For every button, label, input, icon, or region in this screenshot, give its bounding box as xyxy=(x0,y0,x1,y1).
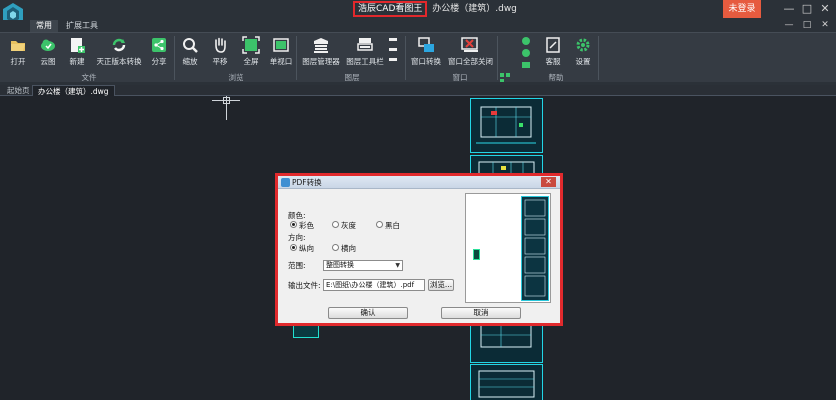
drawing-block xyxy=(293,325,319,338)
range-select[interactable]: 整图转换 ▼ xyxy=(323,260,403,271)
close-all-windows-icon xyxy=(461,37,478,52)
output-file-label: 输出文件: xyxy=(288,281,321,290)
floor-plan-drawing xyxy=(476,106,536,144)
dialog-title: PDF转换 xyxy=(292,178,322,187)
single-viewport-label: 单视口 xyxy=(269,57,293,66)
ribbon-toolbar: 打开 云图 新建 天正版本转换 分享 缩放 平移 全屏 单视口 图层管理器 图层… xyxy=(0,32,836,83)
settings-label: 设置 xyxy=(575,57,591,66)
convert-icon xyxy=(112,38,126,52)
crosshair-pickbox xyxy=(223,97,230,104)
browse-button[interactable]: 浏览... xyxy=(428,279,454,291)
radio-color[interactable] xyxy=(290,221,297,228)
range-label: 范围: xyxy=(288,261,306,270)
window-switch-icon xyxy=(418,37,434,52)
new-label: 新建 xyxy=(69,57,85,66)
single-viewport-button[interactable]: 单视口 xyxy=(263,35,299,71)
ribbon-separator xyxy=(405,36,406,80)
zoom-icon xyxy=(183,38,198,53)
radio-black-white[interactable] xyxy=(376,221,383,228)
close-all-windows-label: 窗口全部关闭 xyxy=(448,57,493,66)
layer-manager-button[interactable]: 图层管理器 xyxy=(301,35,341,71)
output-path-input[interactable]: E:\图纸\办公楼（建筑）.pdf xyxy=(323,279,425,291)
range-select-value: 整图转换 xyxy=(326,261,354,269)
dialog-title-bar: PDF转换 ✕ xyxy=(278,176,560,189)
tab-extension-tools[interactable]: 扩展工具 xyxy=(60,20,104,32)
document-tab-bar: 起始页 办公楼（建筑）.dwg xyxy=(0,85,836,96)
share-icon xyxy=(152,38,166,52)
ribbon-separator xyxy=(497,36,498,80)
title-bar: 浩辰CAD看图王 办公楼（建筑）.dwg 未登录 — □ ✕ xyxy=(0,0,836,27)
tab-active-drawing-label: 办公楼（建筑）.dwg xyxy=(38,87,109,96)
chevron-down-icon: ▼ xyxy=(395,262,400,269)
radio-portrait[interactable] xyxy=(290,244,297,251)
window-switch-button[interactable]: 窗口转换 xyxy=(408,35,444,71)
ribbon-separator xyxy=(296,36,297,80)
menu-tab-bar: 常用 扩展工具 — □ ✕ xyxy=(0,20,836,32)
minimize-icon[interactable]: — xyxy=(782,2,796,16)
pdf-dialog-highlight: PDF转换 ✕ 颜色: 彩色 灰度 黑白 方向: 纵向 横向 范围: 整图转换 … xyxy=(275,173,563,326)
tab-start-page-label: 起始页 xyxy=(7,86,30,95)
preview-drawing-sheets xyxy=(521,196,549,301)
new-file-icon xyxy=(71,38,85,53)
cad-viewer-window: 浩辰CAD看图王 办公楼（建筑）.dwg 未登录 — □ ✕ 常用 扩展工具 —… xyxy=(0,0,836,400)
layer-toolbar-icon xyxy=(357,38,373,51)
layer-manager-label: 图层管理器 xyxy=(302,57,340,66)
single-viewport-icon xyxy=(273,38,289,52)
help-small-icons xyxy=(522,37,530,68)
window-switch-label: 窗口转换 xyxy=(411,57,441,66)
elevation-drawing xyxy=(478,370,535,398)
drawing-sheet xyxy=(470,98,543,153)
doc-close-icon[interactable]: ✕ xyxy=(818,18,832,32)
tab-start-page[interactable]: 起始页 xyxy=(2,85,35,96)
close-all-windows-button[interactable]: 窗口全部关闭 xyxy=(448,35,493,71)
app-brand-name: 浩辰CAD看图王 xyxy=(353,1,428,17)
open-file-name: 办公楼（建筑）.dwg xyxy=(432,4,517,14)
tab-common[interactable]: 常用 xyxy=(30,20,58,32)
radio-grayscale-label: 灰度 xyxy=(341,221,356,230)
radio-landscape-label: 横向 xyxy=(341,244,356,253)
close-icon[interactable]: ✕ xyxy=(818,2,832,16)
customer-service-icon xyxy=(546,37,560,53)
open-folder-icon xyxy=(11,41,25,51)
fullscreen-icon xyxy=(242,36,260,54)
window-title: 浩辰CAD看图王 办公楼（建筑）.dwg xyxy=(353,1,517,17)
radio-grayscale[interactable] xyxy=(332,221,339,228)
cloud-icon xyxy=(41,39,55,51)
dialog-close-icon[interactable]: ✕ xyxy=(541,177,556,187)
radio-landscape[interactable] xyxy=(332,244,339,251)
settings-button[interactable]: 设置 xyxy=(565,35,601,71)
ribbon-separator xyxy=(598,36,599,80)
layer-manager-icon xyxy=(314,38,328,53)
radio-black-white-label: 黑白 xyxy=(385,221,400,230)
layer-toolbar-button[interactable]: 图层工具栏 xyxy=(345,35,385,71)
layer-tools-small-icon xyxy=(389,38,397,61)
doc-restore-icon[interactable]: □ xyxy=(800,18,814,32)
pdf-icon xyxy=(281,178,290,187)
tangent-convert-button[interactable]: 天正版本转换 xyxy=(96,35,142,71)
login-button[interactable]: 未登录 xyxy=(723,0,761,18)
cancel-button[interactable]: 取消 xyxy=(441,307,521,319)
pan-hand-icon xyxy=(215,37,226,53)
radio-color-label: 彩色 xyxy=(299,221,314,230)
doc-minimize-icon[interactable]: — xyxy=(782,18,796,32)
settings-icon xyxy=(576,38,590,52)
drawing-sheet xyxy=(470,364,543,400)
tangent-convert-label: 天正版本转换 xyxy=(96,57,142,66)
pdf-convert-dialog: PDF转换 ✕ 颜色: 彩色 灰度 黑白 方向: 纵向 横向 范围: 整图转换 … xyxy=(278,176,560,323)
layer-toolbar-label: 图层工具栏 xyxy=(346,57,384,66)
confirm-button[interactable]: 确认 xyxy=(328,307,408,319)
tab-active-drawing[interactable]: 办公楼（建筑）.dwg xyxy=(32,85,115,96)
direction-label: 方向: xyxy=(288,233,306,242)
pdf-preview xyxy=(465,193,551,303)
maximize-icon[interactable]: □ xyxy=(800,2,814,16)
preview-drawing-block xyxy=(473,249,480,260)
preview-sheets-drawing xyxy=(524,199,546,297)
radio-portrait-label: 纵向 xyxy=(299,244,314,253)
new-button[interactable]: 新建 xyxy=(59,35,95,71)
